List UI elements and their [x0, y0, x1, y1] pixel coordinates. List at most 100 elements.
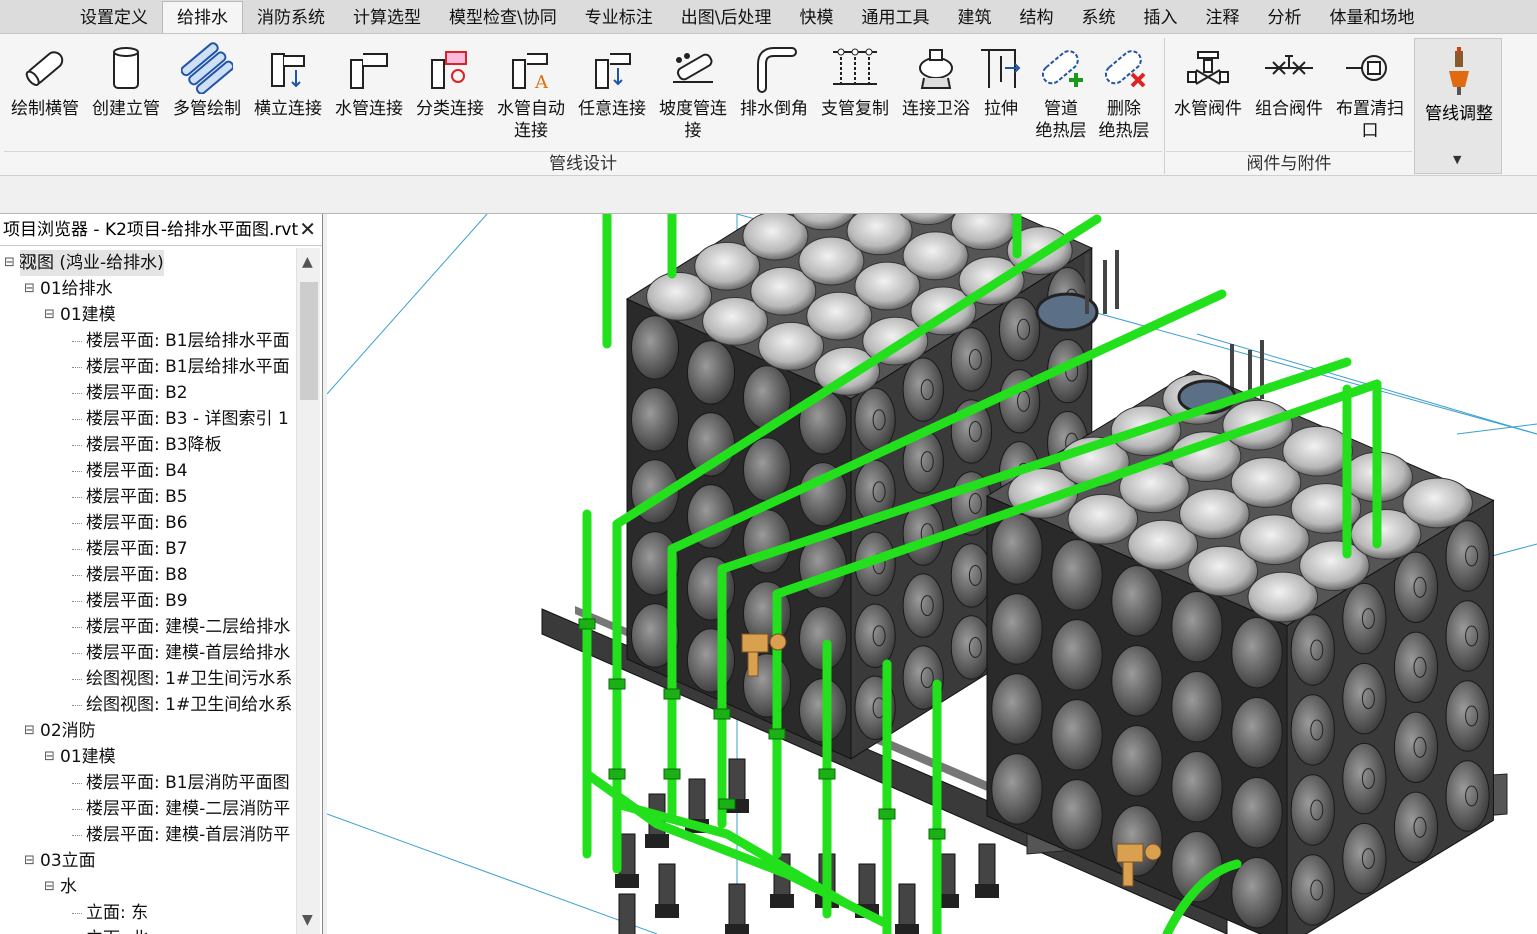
- pipeline-button-7[interactable]: 任意连接: [572, 42, 652, 152]
- tree-item[interactable]: 楼层平面: B1层给排水平面: [86, 328, 290, 354]
- tree-item[interactable]: 楼层平面: B4: [86, 458, 188, 484]
- tank-panel: [1051, 619, 1103, 691]
- tank-panel: [1393, 791, 1439, 863]
- 3d-view-canvas[interactable]: [327, 214, 1537, 934]
- pipeline-button-11[interactable]: 连接卫浴: [896, 42, 976, 152]
- tree-item[interactable]: 楼层平面: B6: [86, 510, 188, 536]
- tab-8[interactable]: 通用工具: [847, 3, 943, 33]
- pump-body: [898, 883, 916, 931]
- scroll-up-icon[interactable]: ▲: [302, 254, 313, 270]
- pipe-adjust-button[interactable]: 管线调整 ▼: [1414, 38, 1502, 174]
- tree-item[interactable]: 楼层平面: B7: [86, 536, 188, 562]
- tree-item[interactable]: 楼层平面: B3 - 详图索引 1: [86, 406, 289, 432]
- tree-item[interactable]: 楼层平面: B8: [86, 562, 188, 588]
- tree-item[interactable]: 立面: 北: [86, 926, 148, 934]
- tree-item[interactable]: 水: [60, 874, 77, 900]
- collapse-toggle-icon[interactable]: ⊟: [44, 307, 55, 322]
- tab-12[interactable]: 插入: [1129, 3, 1191, 33]
- collapse-toggle-icon[interactable]: ⊟: [4, 255, 15, 270]
- tank-panel: [1290, 854, 1335, 926]
- valve-button-1[interactable]: 组合阀件: [1249, 42, 1329, 152]
- pipeline-button-label-line2: 绝热层: [1035, 121, 1087, 141]
- pump-body: [858, 863, 876, 911]
- tree-connector: [72, 549, 82, 550]
- dropdown-arrow-icon[interactable]: ▼: [1453, 153, 1461, 166]
- tank-panel: [1445, 520, 1490, 592]
- pipeline-button-0[interactable]: 绘制横管: [5, 42, 85, 152]
- collapse-toggle-icon[interactable]: ⊟: [24, 853, 35, 868]
- tab-6[interactable]: 出图\后处理: [667, 3, 786, 33]
- tree-item[interactable]: 楼层平面: B1层给排水平面: [86, 354, 290, 380]
- pipeline-button-2[interactable]: 多管绘制: [167, 42, 247, 152]
- scrollbar-thumb[interactable]: [300, 282, 318, 400]
- pipeline-button-6[interactable]: A 水管自动 连接: [491, 42, 571, 152]
- tree-item[interactable]: 立面: 东: [86, 900, 148, 926]
- pipeline-button-label: 横立连接: [254, 99, 322, 119]
- tank-panel: [686, 340, 736, 405]
- pipeline-button-1[interactable]: 创建立管: [86, 42, 166, 152]
- tree-item[interactable]: 楼层平面: B3降板: [86, 432, 222, 458]
- tree-item[interactable]: 楼层平面: 建模-二层给排水: [86, 614, 290, 640]
- pipeline-button-3[interactable]: 横立连接: [248, 42, 328, 152]
- tree-item[interactable]: 楼层平面: 建模-首层给排水: [86, 640, 290, 666]
- tree-item[interactable]: 01建模: [60, 302, 116, 328]
- tab-5[interactable]: 专业标注: [571, 3, 667, 33]
- pipeline-button-9[interactable]: 排水倒角: [734, 42, 814, 152]
- tank-panel: [991, 753, 1043, 825]
- pipeline-button-13[interactable]: 管道 绝热层: [1026, 42, 1096, 152]
- tree-item[interactable]: 绘图视图: 1#卫生间给水系: [86, 692, 292, 718]
- pipeline-button-label: 连接卫浴: [902, 99, 970, 119]
- tree-item[interactable]: 楼层平面: B2: [86, 380, 188, 406]
- tab-15[interactable]: 体量和场地: [1315, 3, 1428, 33]
- tab-14[interactable]: 分析: [1253, 3, 1315, 33]
- valve-button-2[interactable]: 布置清扫口: [1330, 42, 1410, 152]
- pipeline-button-8[interactable]: 坡度管连接: [653, 42, 733, 152]
- tree-item[interactable]: 楼层平面: B9: [86, 588, 188, 614]
- tree-item[interactable]: 01建模: [60, 744, 116, 770]
- valve-button-0[interactable]: 水管阀件: [1168, 42, 1248, 152]
- close-icon[interactable]: ✕: [299, 217, 316, 241]
- collapse-toggle-icon[interactable]: ⊟: [24, 723, 35, 738]
- tree-item[interactable]: 03立面: [40, 848, 96, 874]
- tab-1[interactable]: 给排水: [162, 1, 243, 33]
- pipeline-button-label: 坡度管连: [659, 99, 727, 119]
- reference-line: [327, 813, 658, 934]
- collapse-toggle-icon[interactable]: ⊟: [44, 749, 55, 764]
- tab-7[interactable]: 快模: [785, 3, 847, 33]
- tab-2[interactable]: 消防系统: [243, 3, 339, 33]
- tree-item[interactable]: 楼层平面: 建模-二层消防平: [86, 796, 290, 822]
- tab-13[interactable]: 注释: [1191, 3, 1253, 33]
- tree-item[interactable]: 楼层平面: 建模-首层消防平: [86, 822, 290, 848]
- tank-panel: [1445, 680, 1490, 752]
- tree-connector: [72, 783, 82, 784]
- pipeline-button-5[interactable]: 分类连接: [410, 42, 490, 152]
- tank-panel: [1231, 856, 1283, 929]
- collapse-toggle-icon[interactable]: ⊟: [44, 879, 55, 894]
- pipe-flange: [608, 768, 626, 780]
- tab-0[interactable]: 设置定义: [66, 3, 162, 33]
- tree-item[interactable]: 视图 (鸿业-给排水): [20, 250, 164, 276]
- pipeline-button-14[interactable]: 删除 绝热层: [1089, 42, 1159, 152]
- tab-10[interactable]: 结构: [1005, 3, 1067, 33]
- browser-scrollbar[interactable]: ▲ ▼: [296, 248, 320, 934]
- tree-item[interactable]: 绘图视图: 1#卫生间污水系: [86, 666, 292, 692]
- tab-4[interactable]: 模型检查\协同: [435, 3, 571, 33]
- vertical-pipe-icon: [113, 47, 139, 89]
- tab-9[interactable]: 建筑: [943, 3, 1005, 33]
- tree-item[interactable]: 02消防: [40, 718, 96, 744]
- scroll-down-icon[interactable]: ▼: [302, 912, 313, 928]
- tank-panel: [1051, 779, 1103, 851]
- tree-item[interactable]: 楼层平面: B1层消防平面图: [86, 770, 290, 796]
- tree-item[interactable]: 楼层平面: B5: [86, 484, 188, 510]
- pump-base: [725, 924, 749, 934]
- tab-3[interactable]: 计算选型: [339, 3, 435, 33]
- pipe-connect-icon: [350, 53, 388, 89]
- pipeline-button-4[interactable]: 水管连接: [329, 42, 409, 152]
- tree-connector: [72, 367, 82, 368]
- pipeline-button-10[interactable]: 支管复制: [815, 42, 895, 152]
- tank-panel: [1393, 551, 1439, 623]
- project-browser: 项目浏览器 - K2项目-给排水平面图.rvt ✕ 视图 (鸿业-给排水) ⊟ 01…: [0, 214, 323, 934]
- tab-11[interactable]: 系统: [1067, 3, 1129, 33]
- tree-item[interactable]: 01给排水: [40, 276, 113, 302]
- collapse-toggle-icon[interactable]: ⊟: [24, 281, 35, 296]
